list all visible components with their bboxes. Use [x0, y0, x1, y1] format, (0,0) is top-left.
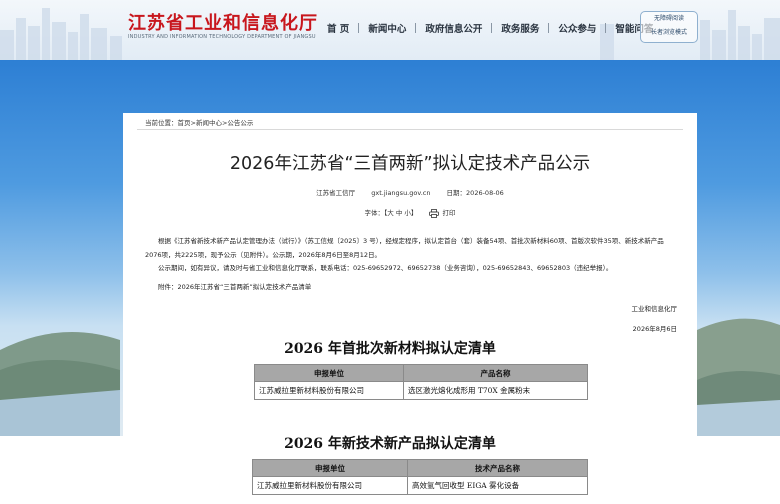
table-cell: 江苏威拉里新材料股份有限公司	[252, 476, 408, 495]
site-header: 江苏省工业和信息化厅 INDUSTRY AND INFORMATION TECH…	[0, 0, 780, 60]
breadcrumb-divider	[137, 129, 683, 130]
article-signature: 工业和信息化厅 2026年8月6日	[632, 303, 678, 343]
nav-gov-info[interactable]: 政府信息公开	[416, 21, 491, 35]
article-paragraph: 根据《江苏省新技术新产品认定管理办法（试行）》（苏工信规〔2025〕3 号），经…	[145, 237, 664, 259]
list2-table: 申报单位 技术产品名称 江苏威拉里新材料股份有限公司 高效氩气回收型 EIGA …	[252, 459, 588, 495]
main-nav: 首 页 新闻中心 政府信息公开 政务服务 公众参与 智能问答	[318, 21, 662, 35]
table-cell: 高效氩气回收型 EIGA 雾化设备	[407, 476, 588, 495]
article-date: 日期：2026-08-06	[446, 189, 504, 197]
table-row: 江苏威拉里新材料股份有限公司 选区激光熔化成形用 T70X 金属粉末	[254, 381, 588, 400]
nav-home[interactable]: 首 页	[318, 21, 358, 35]
table-header-cell: 申报单位	[252, 459, 408, 477]
article-source: 江苏省工信厅	[316, 189, 356, 197]
article-title: 2026年江苏省“三首两新”拟认定技术产品公示	[229, 154, 591, 174]
table-header-cell: 产品名称	[403, 364, 588, 382]
site-logo-subtitle: INDUSTRY AND INFORMATION TECHNOLOGY DEPA…	[128, 34, 316, 40]
font-size-label: 字体：【	[364, 209, 388, 217]
nav-public-participation[interactable]: 公众参与	[549, 21, 605, 35]
breadcrumb[interactable]: 当前位置：首页>新闻中心>公告公示	[145, 117, 253, 127]
accessibility-mode-box: 无障碍阅读 长者浏览模式	[640, 11, 698, 43]
table-header-cell: 申报单位	[254, 364, 404, 382]
table-header-row: 申报单位 产品名称	[254, 364, 588, 382]
table-cell: 江苏威拉里新材料股份有限公司	[254, 381, 404, 400]
table-header-row: 申报单位 技术产品名称	[252, 459, 588, 477]
list1-title: 2026 年首批次新材料拟认定清单	[284, 341, 496, 357]
font-size-medium[interactable]: 中	[396, 209, 403, 217]
signature-org: 工业和信息化厅	[631, 305, 678, 313]
nav-news-center[interactable]: 新闻中心	[359, 21, 415, 35]
attachment-link[interactable]: 附件：2026年江苏省“三首两新”拟认定技术产品清单	[145, 281, 675, 295]
table-cell: 选区激光熔化成形用 T70X 金属粉末	[403, 381, 588, 400]
site-logo-title[interactable]: 江苏省工业和信息化厅	[128, 9, 318, 35]
article-paragraph: 公示期间，如有异议，请及时与省工业和信息化厅联系，联系电话：025-696529…	[158, 264, 613, 272]
article-website: gxt.jiangsu.gov.cn	[371, 189, 431, 197]
font-size-large[interactable]: 大	[387, 209, 394, 217]
elderly-mode-link[interactable]: 长者浏览模式	[641, 26, 697, 40]
list2-title: 2026 年新技术新产品拟认定清单	[284, 436, 496, 452]
barrier-free-mode-link[interactable]: 无障碍阅读	[641, 12, 697, 26]
article-body: 根据《江苏省新技术新产品认定管理办法（试行）》（苏工信规〔2025〕3 号），经…	[145, 235, 675, 294]
table-header-cell: 技术产品名称	[407, 459, 588, 477]
list1-table: 申报单位 产品名称 江苏威拉里新材料股份有限公司 选区激光熔化成形用 T70X …	[254, 364, 588, 400]
print-link[interactable]: 打印	[442, 209, 455, 217]
font-size-label-end: 】	[410, 209, 418, 217]
signature-date: 2026年8月6日	[632, 325, 677, 333]
article-tools: 字体：【大 中 小】 打印	[123, 207, 697, 218]
nav-gov-services[interactable]: 政务服务	[492, 21, 548, 35]
table-row: 江苏威拉里新材料股份有限公司 高效氩气回收型 EIGA 雾化设备	[252, 476, 588, 495]
printer-icon[interactable]	[429, 208, 440, 218]
article-meta: 江苏省工信厅 gxt.jiangsu.gov.cn 日期：2026-08-06	[123, 187, 697, 197]
